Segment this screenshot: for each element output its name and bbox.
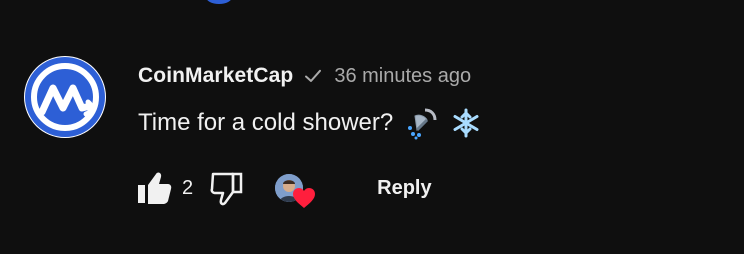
previous-avatar-edge — [206, 0, 232, 4]
comment-thread: CoinMarketCap 36 minutes ago Time for a … — [0, 0, 744, 254]
comment-actions: 2 Reply — [132, 168, 444, 208]
reply-button[interactable]: Reply — [365, 168, 443, 208]
snowflake-icon — [451, 108, 481, 138]
comment-body: CoinMarketCap 36 minutes ago Time for a … — [138, 60, 728, 140]
comment-meta: CoinMarketCap 36 minutes ago — [138, 60, 728, 92]
creator-heart-icon — [293, 188, 316, 208]
author-name[interactable]: CoinMarketCap — [138, 64, 293, 88]
comment-text: Time for a cold shower? — [138, 109, 394, 136]
author-avatar[interactable] — [24, 56, 106, 138]
dislike-button[interactable] — [207, 168, 249, 208]
coinmarketcap-logo-icon — [25, 57, 105, 137]
thumbs-down-icon — [210, 172, 243, 206]
creator-heart-badge — [275, 168, 321, 208]
thumbs-up-icon — [138, 172, 172, 204]
comment-time[interactable]: 36 minutes ago — [334, 65, 471, 88]
shower-icon — [405, 106, 439, 140]
verified-check-icon — [304, 67, 322, 85]
like-count: 2 — [182, 176, 194, 199]
comment-text-row: Time for a cold shower? — [138, 106, 728, 140]
like-button[interactable] — [132, 168, 174, 208]
